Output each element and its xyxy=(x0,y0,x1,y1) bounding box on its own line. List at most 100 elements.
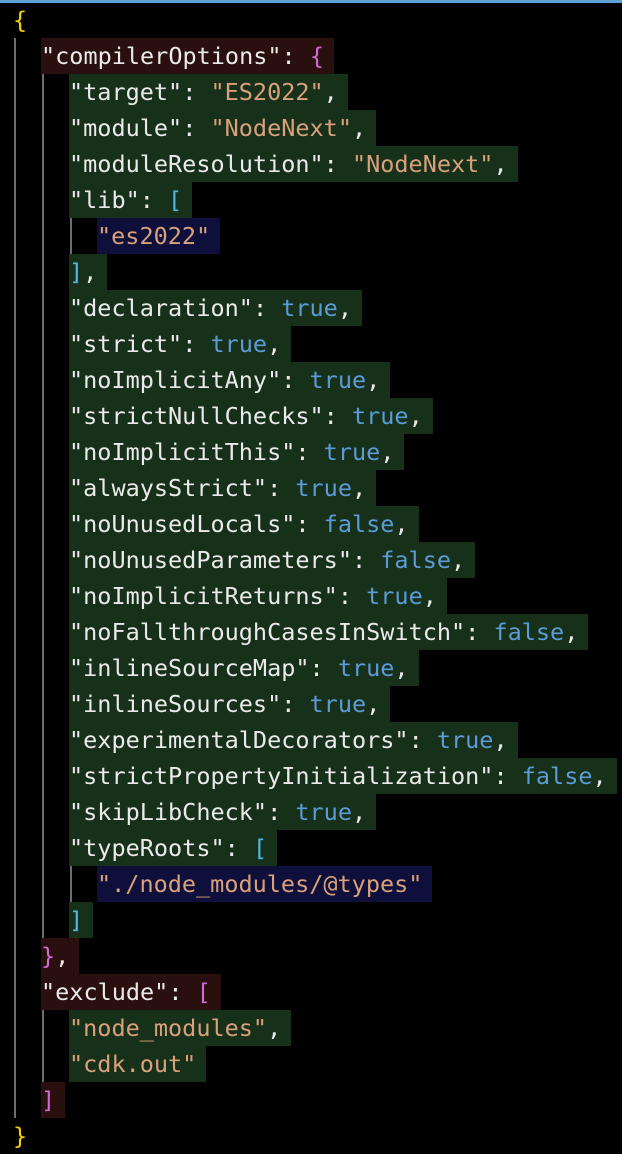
code-text: "strictPropertyInitialization": false, xyxy=(69,758,617,794)
indent-guide xyxy=(42,218,44,254)
code-text: { xyxy=(13,2,27,38)
code-token: true xyxy=(309,690,367,718)
code-token: "lib" xyxy=(69,186,140,214)
code-text: "noImplicitReturns": true, xyxy=(69,578,447,614)
code-token: "moduleResolution" xyxy=(69,150,324,178)
code-token: true xyxy=(210,330,268,358)
code-token: : xyxy=(408,726,437,754)
code-token: : xyxy=(323,150,352,178)
code-text: }, xyxy=(41,938,80,974)
code-token: , xyxy=(380,438,395,466)
indent-guide xyxy=(14,254,16,290)
code-token: , xyxy=(394,510,409,538)
code-token: "node_modules" xyxy=(69,1014,268,1042)
code-token: true xyxy=(337,654,395,682)
code-token: , xyxy=(394,654,409,682)
code-line: "node_modules", xyxy=(0,1010,622,1046)
code-text: "lib": [ xyxy=(69,182,193,218)
code-text: "exclude": [ xyxy=(41,974,221,1010)
code-token: ] xyxy=(41,1086,56,1114)
code-line: "compilerOptions": { xyxy=(0,38,622,74)
code-token: "typeRoots" xyxy=(69,834,225,862)
code-line: "es2022" xyxy=(0,218,622,254)
code-token: "strict" xyxy=(69,330,183,358)
indent-guide xyxy=(14,110,16,146)
indent-guide xyxy=(42,110,44,146)
indent-guide xyxy=(42,326,44,362)
code-text: "cdk.out" xyxy=(69,1046,207,1082)
code-text: "typeRoots": [ xyxy=(69,830,278,866)
code-token: "cdk.out" xyxy=(69,1050,197,1078)
indent-guide xyxy=(42,74,44,110)
indent-guide xyxy=(14,1046,16,1082)
code-token: , xyxy=(337,294,352,322)
code-text: "declaration": true, xyxy=(69,290,362,326)
code-token: , xyxy=(366,690,381,718)
indent-guide xyxy=(42,578,44,614)
code-text: "noImplicitThis": true, xyxy=(69,434,405,470)
code-token: , xyxy=(83,258,98,286)
code-text: } xyxy=(13,1118,27,1154)
indent-guide xyxy=(14,326,16,362)
code-token: , xyxy=(351,798,367,826)
code-token: : xyxy=(337,582,367,610)
code-token: true xyxy=(436,726,494,754)
indent-guide xyxy=(42,1046,44,1082)
code-token: , xyxy=(493,726,508,754)
indent-guide xyxy=(14,38,16,74)
code-token: { xyxy=(13,6,28,34)
indent-guide xyxy=(42,290,44,326)
code-token: : xyxy=(182,114,211,142)
code-line: "./node_modules/@types" xyxy=(0,866,622,902)
code-token: , xyxy=(564,618,579,646)
code-line: "strict": true, xyxy=(0,326,622,362)
code-token: "noImplicitAny" xyxy=(69,366,282,394)
indent-guide xyxy=(14,434,16,470)
code-token: false xyxy=(323,510,395,538)
indent-guide xyxy=(42,722,44,758)
code-text: "inlineSources": true, xyxy=(69,686,391,722)
indent-guide xyxy=(42,398,44,434)
code-text: "noUnusedLocals": false, xyxy=(69,506,419,542)
code-line: "exclude": [ xyxy=(0,974,622,1010)
code-token: "ES2022" xyxy=(210,78,324,106)
indent-guide xyxy=(42,902,44,938)
code-token: : xyxy=(281,690,310,718)
code-token: , xyxy=(267,1014,282,1042)
code-token: "inlineSources" xyxy=(69,690,282,718)
code-token: : xyxy=(224,834,253,862)
code-token: : xyxy=(309,654,338,682)
code-line: "strictPropertyInitialization": false, xyxy=(0,758,622,794)
indent-guide xyxy=(14,398,16,434)
code-line: "noUnusedParameters": false, xyxy=(0,542,622,578)
indent-guide xyxy=(42,362,44,398)
indent-guide xyxy=(42,470,44,506)
code-token: : xyxy=(295,438,324,466)
indent-guide xyxy=(14,470,16,506)
indent-guide xyxy=(14,542,16,578)
code-token: "noFallthroughCasesInSwitch" xyxy=(69,618,466,646)
indent-guide xyxy=(14,218,16,254)
code-line: "typeRoots": [ xyxy=(0,830,622,866)
code-token: , xyxy=(267,330,282,358)
code-token: false xyxy=(521,762,593,790)
indent-guide xyxy=(42,542,44,578)
indent-guide xyxy=(14,362,16,398)
code-line: ] xyxy=(0,902,622,938)
indent-guide xyxy=(14,722,16,758)
indent-guide xyxy=(42,866,44,902)
code-token: : xyxy=(139,186,169,214)
code-token: "exclude" xyxy=(41,978,169,1006)
code-token: "target" xyxy=(69,78,183,106)
code-editor[interactable]: { "compilerOptions": { "target": "ES2022",… xyxy=(0,0,622,1154)
code-token: } xyxy=(13,1122,28,1150)
code-token: , xyxy=(366,366,381,394)
code-token: "compilerOptions" xyxy=(41,42,282,70)
code-token: true xyxy=(281,294,338,322)
code-line: "noFallthroughCasesInSwitch": false, xyxy=(0,614,622,650)
indent-guide xyxy=(42,614,44,650)
code-token: , xyxy=(592,762,607,790)
code-token: "skipLibCheck" xyxy=(69,798,268,826)
code-token: : xyxy=(267,798,296,826)
indent-guide xyxy=(14,974,16,1010)
